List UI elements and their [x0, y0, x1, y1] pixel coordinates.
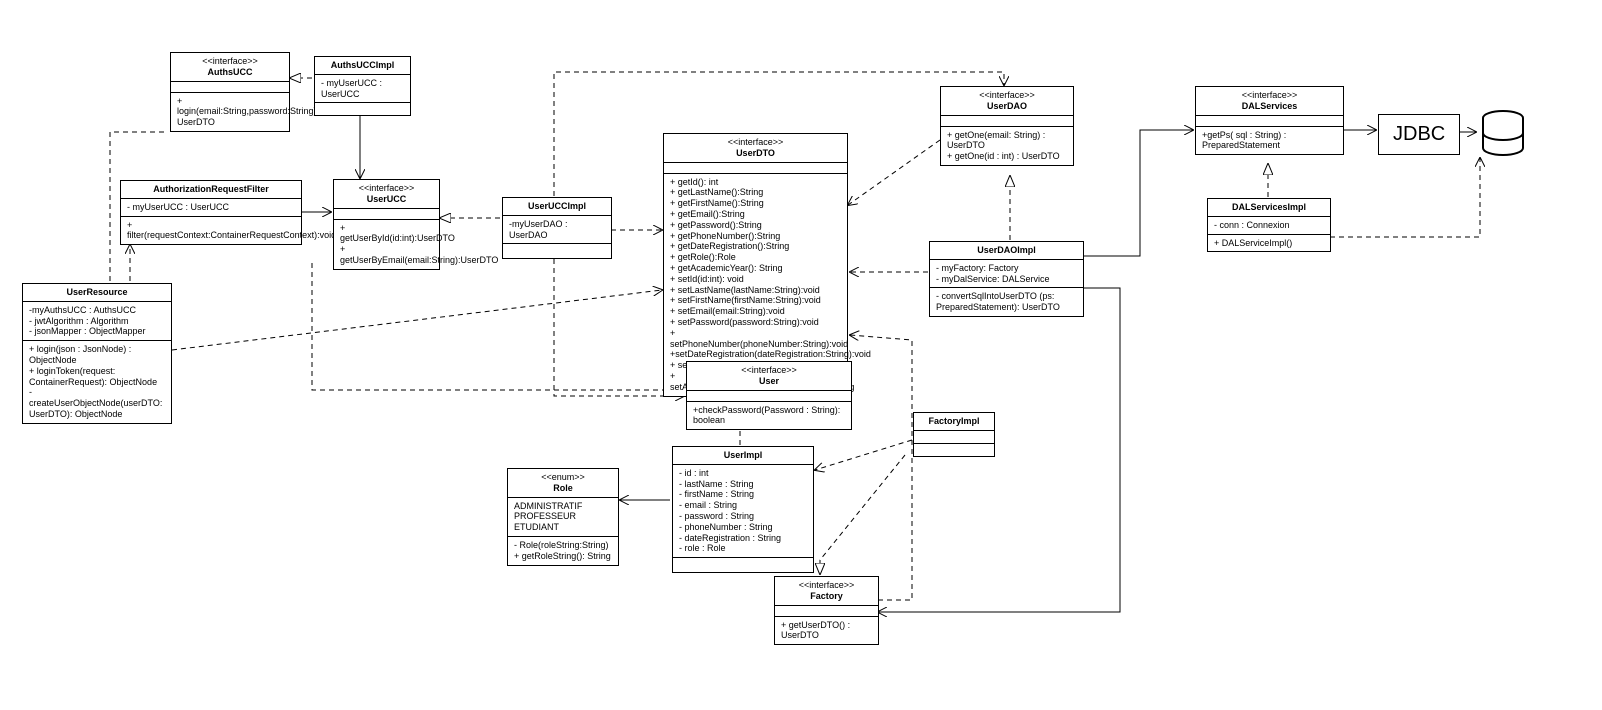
class-authsucc: <<interface>>AuthsUCC + login(email:Stri…: [170, 52, 290, 132]
class-userimpl: UserImpl - id : int- lastName : String- …: [672, 446, 814, 573]
class-name: UserImpl: [724, 450, 763, 460]
class-name: AuthorizationRequestFilter: [153, 184, 269, 194]
class-role: <<enum>>Role ADMINISTRATIFPROFESSEURETUD…: [507, 468, 619, 566]
class-name: UserUCC: [367, 194, 407, 204]
class-name: UserResource: [66, 287, 127, 297]
class-name: Role: [553, 483, 573, 493]
class-factoryimpl: FactoryImpl: [913, 412, 995, 457]
class-useruccimpl: UserUCCImpl -myUserDAO : UserDAO: [502, 197, 612, 259]
class-authsuccimpl: AuthsUCCImpl - myUserUCC : UserUCC: [314, 56, 411, 116]
attribute: -myAuthsUCC : AuthsUCC: [29, 305, 136, 315]
class-user: <<interface>>User +checkPassword(Passwor…: [686, 361, 852, 430]
class-authorizationrequestfilter: AuthorizationRequestFilter - myUserUCC :…: [120, 180, 302, 245]
operation: +getPs( sql : String) : PreparedStatemen…: [1196, 127, 1343, 155]
operation: - createUserObjectNode(userDTO: UserDTO)…: [29, 387, 162, 419]
class-dalservices: <<interface>>DALServices +getPs( sql : S…: [1195, 86, 1344, 155]
attribute: - myUserUCC : UserUCC: [121, 199, 301, 217]
operation: + getUserById(id:int):UserDTO: [340, 223, 455, 244]
attribute: -myUserDAO : UserDAO: [503, 216, 611, 245]
class-name: Factory: [810, 591, 843, 601]
operation: + filter(requestContext:ContainerRequest…: [121, 217, 301, 245]
stereotype: <<interface>>: [359, 183, 415, 193]
operation: +checkPassword(Password : String): boole…: [687, 402, 851, 430]
class-userresource: UserResource -myAuthsUCC : AuthsUCC- jwt…: [22, 283, 172, 424]
stereotype: <<interface>>: [741, 365, 797, 375]
attribute: - myDalService: DALService: [936, 274, 1050, 284]
class-userdto: <<interface>>UserDTO + getId(): int+ get…: [663, 133, 848, 397]
class-userucc: <<interface>>UserUCC + getUserById(id:in…: [333, 179, 440, 270]
class-name: UserUCCImpl: [528, 201, 586, 211]
jdbc-node: JDBC: [1378, 114, 1460, 155]
attributes: - id : int- lastName : String- firstName…: [673, 465, 813, 558]
class-name: FactoryImpl: [928, 416, 979, 426]
class-name: UserDAO: [987, 101, 1027, 111]
stereotype: <<interface>>: [202, 56, 258, 66]
stereotype: <<interface>>: [1242, 90, 1298, 100]
operation: + login(json : JsonNode) : ObjectNode: [29, 344, 131, 365]
class-userdao: <<interface>>UserDAO + getOne(email: Str…: [940, 86, 1074, 166]
operation: - convertSqlIntoUserDTO (ps: PreparedSta…: [930, 288, 1083, 316]
attribute: - jwtAlgorithm : Algorithm: [29, 316, 129, 326]
class-name: AuthsUCCImpl: [331, 60, 395, 70]
database-icon: [1478, 108, 1528, 158]
class-name: User: [759, 376, 779, 386]
attribute: - myFactory: Factory: [936, 263, 1019, 273]
class-userdaoimpl: UserDAOImpl - myFactory: Factory- myDalS…: [929, 241, 1084, 317]
attribute: - myUserUCC : UserUCC: [315, 75, 410, 104]
operation: + login(email:String,password:String): U…: [171, 93, 289, 131]
operation: + loginToken(request: ContainerRequest):…: [29, 366, 157, 387]
attribute: - conn : Connexion: [1208, 217, 1330, 235]
class-name: UserDAOImpl: [977, 245, 1036, 255]
class-name: AuthsUCC: [208, 67, 253, 77]
stereotype: <<enum>>: [541, 472, 585, 482]
operation: + getUserByEmail(email:String):UserDTO: [340, 244, 498, 265]
attribute: - jsonMapper : ObjectMapper: [29, 326, 146, 336]
class-name: DALServicesImpl: [1232, 202, 1306, 212]
operation: + getOne(email: String) : UserDTO: [947, 130, 1045, 151]
class-name: UserDTO: [736, 148, 775, 158]
class-dalservicesimpl: DALServicesImpl - conn : Connexion + DAL…: [1207, 198, 1331, 252]
attribute: PROFESSEUR: [514, 511, 576, 521]
operation: + getOne(id : int) : UserDTO: [947, 151, 1060, 161]
attribute: ETUDIANT: [514, 522, 559, 532]
class-factory: <<interface>>Factory + getUserDTO() : Us…: [774, 576, 879, 645]
attribute: ADMINISTRATIF: [514, 501, 582, 511]
operation: - Role(roleString:String): [514, 540, 609, 550]
stereotype: <<interface>>: [728, 137, 784, 147]
class-name: DALServices: [1242, 101, 1298, 111]
operation: + DALServiceImpl(): [1208, 235, 1330, 252]
stereotype: <<interface>>: [979, 90, 1035, 100]
operation: + getRoleString(): String: [514, 551, 611, 561]
stereotype: <<interface>>: [799, 580, 855, 590]
operation: + getUserDTO() : UserDTO: [775, 617, 878, 645]
